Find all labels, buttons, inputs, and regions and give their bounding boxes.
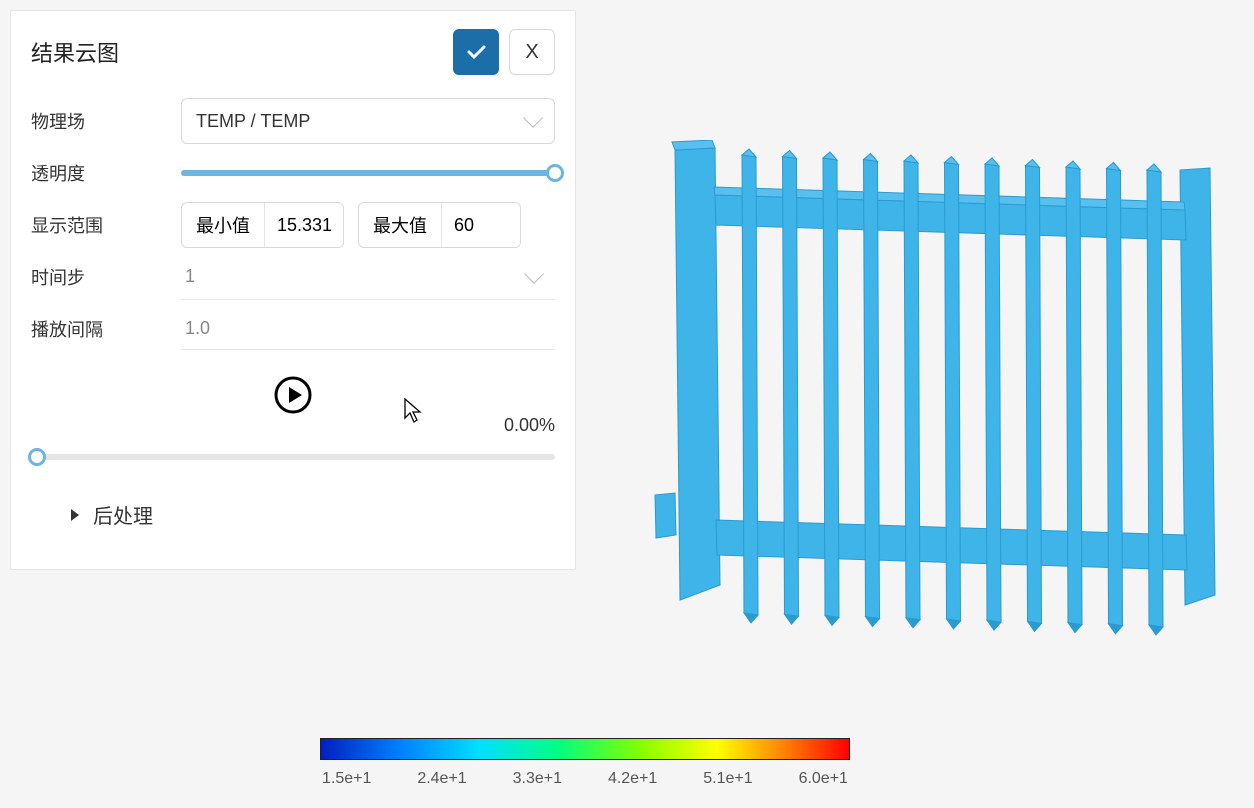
colorbar-gradient bbox=[320, 738, 850, 760]
min-label: 最小值 bbox=[182, 203, 265, 247]
min-value-input[interactable] bbox=[265, 203, 343, 247]
timestep-row: 时间步 1 bbox=[31, 251, 555, 303]
timestep-select[interactable]: 1 bbox=[181, 254, 555, 300]
panel-body: 物理场 TEMP / TEMP 透明度 显示范围 最小值 bbox=[11, 85, 575, 569]
colorbar-ticks: 1.5e+1 2.4e+1 3.3e+1 4.2e+1 5.1e+1 6.0e+1 bbox=[320, 770, 850, 788]
max-value-input-group: 最大值 bbox=[358, 202, 521, 248]
physics-field-select[interactable]: TEMP / TEMP bbox=[181, 98, 555, 144]
colorbar-legend: 1.5e+1 2.4e+1 3.3e+1 4.2e+1 5.1e+1 6.0e+1 bbox=[320, 738, 850, 788]
close-icon: X bbox=[525, 41, 538, 64]
chevron-down-icon bbox=[524, 264, 544, 284]
interval-row: 播放间隔 bbox=[31, 303, 555, 355]
play-icon bbox=[273, 375, 313, 415]
3d-viewport[interactable] bbox=[600, 10, 1244, 798]
colorbar-tick: 3.3e+1 bbox=[513, 770, 562, 788]
panel-title: 结果云图 bbox=[31, 36, 443, 68]
opacity-slider-thumb[interactable] bbox=[546, 164, 564, 182]
timestep-label: 时间步 bbox=[31, 264, 181, 290]
field-row: 物理场 TEMP / TEMP bbox=[31, 95, 555, 147]
play-controls: 0.00% bbox=[31, 375, 555, 420]
playback-progress: 0.00% bbox=[504, 415, 555, 436]
interval-label: 播放间隔 bbox=[31, 316, 181, 342]
postprocess-label: 后处理 bbox=[93, 500, 153, 529]
check-icon bbox=[464, 40, 488, 64]
caret-right-icon bbox=[71, 509, 79, 521]
range-row: 显示范围 最小值 最大值 bbox=[31, 199, 555, 251]
colorbar-tick: 5.1e+1 bbox=[703, 770, 752, 788]
opacity-row: 透明度 bbox=[31, 147, 555, 199]
colorbar-tick: 4.2e+1 bbox=[608, 770, 657, 788]
min-value-input-group: 最小值 bbox=[181, 202, 344, 248]
colorbar-tick: 6.0e+1 bbox=[799, 770, 848, 788]
opacity-label: 透明度 bbox=[31, 160, 181, 186]
colorbar-tick: 2.4e+1 bbox=[417, 770, 466, 788]
max-label: 最大值 bbox=[359, 203, 442, 247]
range-label: 显示范围 bbox=[31, 212, 181, 238]
heatsink-model bbox=[650, 140, 1220, 660]
chevron-down-icon bbox=[523, 108, 543, 128]
panel-header: 结果云图 X bbox=[11, 11, 575, 85]
colorbar-tick: 1.5e+1 bbox=[322, 770, 371, 788]
field-value: TEMP / TEMP bbox=[196, 111, 310, 132]
max-value-input[interactable] bbox=[442, 203, 520, 247]
playback-interval-input[interactable] bbox=[181, 308, 555, 350]
close-button[interactable]: X bbox=[509, 29, 555, 75]
opacity-slider[interactable] bbox=[181, 170, 555, 176]
play-button[interactable] bbox=[273, 375, 313, 415]
postprocess-tree-item[interactable]: 后处理 bbox=[31, 490, 555, 539]
timeline-thumb[interactable] bbox=[28, 448, 46, 466]
confirm-button[interactable] bbox=[453, 29, 499, 75]
timestep-value: 1 bbox=[185, 266, 195, 287]
timeline-slider[interactable] bbox=[31, 454, 555, 460]
field-label: 物理场 bbox=[31, 108, 181, 134]
results-contour-panel: 结果云图 X 物理场 TEMP / TEMP 透明度 bbox=[10, 10, 576, 570]
